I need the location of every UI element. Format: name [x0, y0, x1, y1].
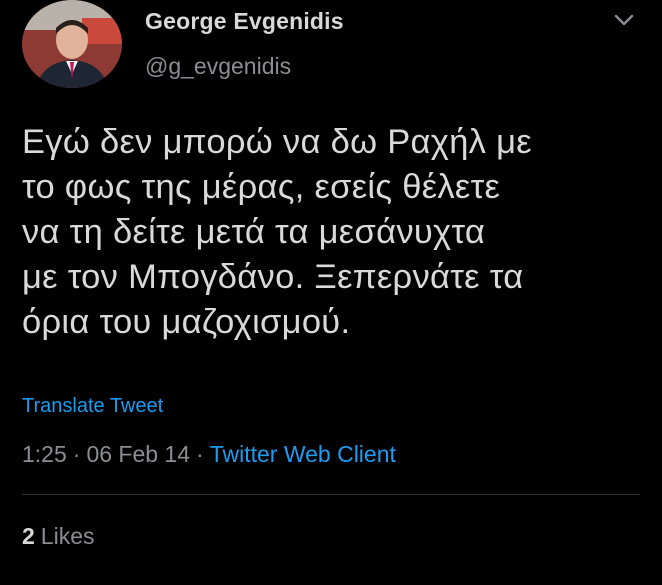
chevron-down-icon[interactable] [612, 10, 636, 30]
tweet-meta: 1:25 · 06 Feb 14 · Twitter Web Client [22, 441, 396, 468]
meta-separator: · [196, 441, 204, 467]
meta-separator: · [72, 441, 81, 467]
display-name[interactable]: George Evgenidis [145, 8, 344, 35]
likes-count: 2 [22, 523, 35, 549]
translate-tweet-link[interactable]: Translate Tweet [22, 395, 163, 418]
likes-label: Likes [40, 523, 95, 549]
divider [22, 494, 640, 495]
tweet-text: Εγώ δεν μπορώ να δω Ραχήλ με το φως της … [22, 123, 532, 341]
tweet-client-link[interactable]: Twitter Web Client [210, 441, 396, 467]
avatar-photo-icon [22, 0, 122, 88]
avatar[interactable] [22, 0, 122, 88]
tweet-card: George Evgenidis @g_evgenidis Εγώ δεν μπ… [0, 0, 662, 585]
likes-link[interactable]: 2 Likes [22, 523, 95, 550]
user-handle[interactable]: @g_evgenidis [145, 53, 291, 80]
tweet-date[interactable]: 06 Feb 14 [86, 441, 190, 467]
tweet-time[interactable]: 1:25 [22, 441, 67, 467]
